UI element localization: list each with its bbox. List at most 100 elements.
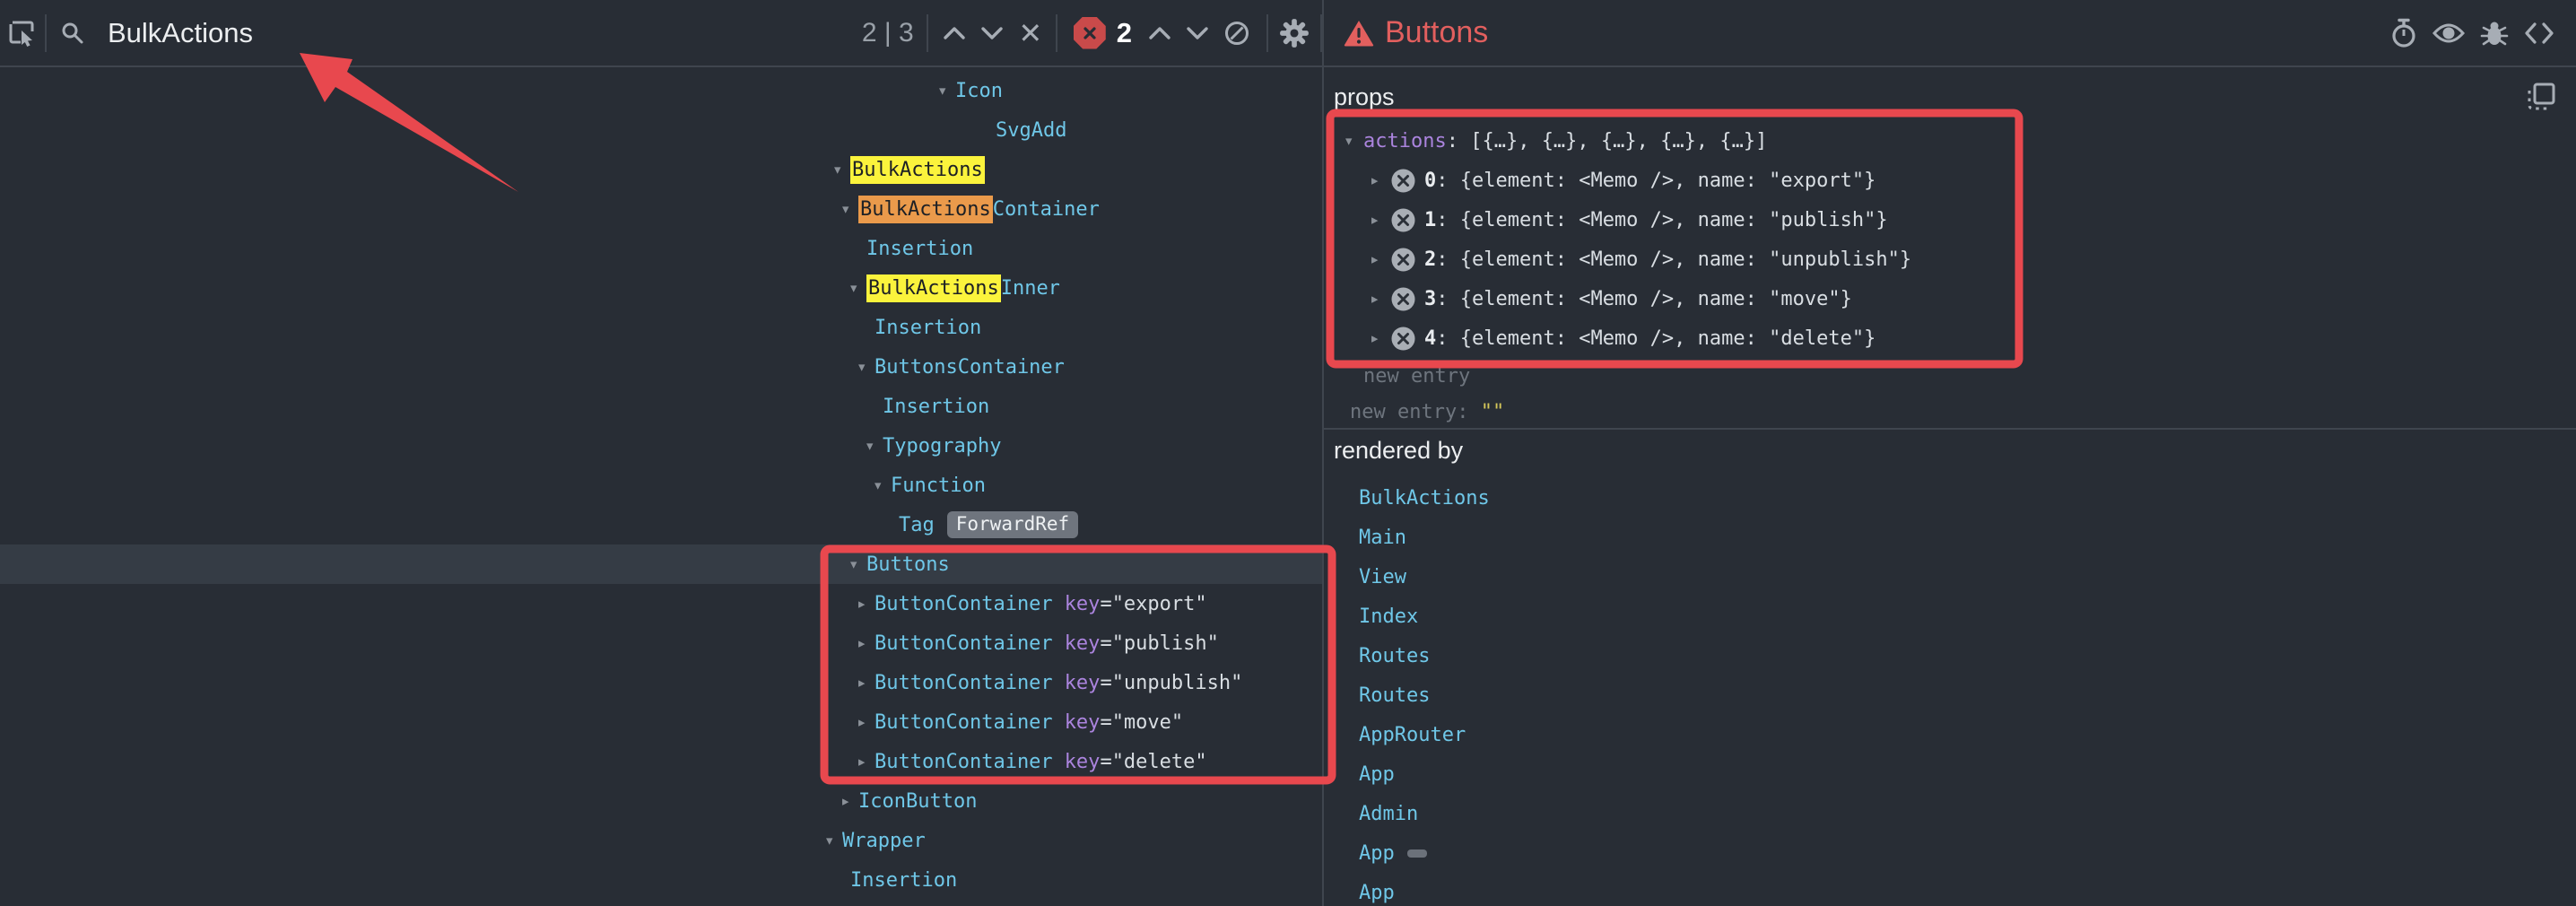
component-name: ButtonContainer (875, 672, 1053, 694)
clear-errors-button[interactable] (1216, 20, 1258, 47)
tree-row[interactable]: ▾ButtonsContainer (0, 347, 1322, 387)
previous-result-button[interactable] (936, 26, 973, 40)
expand-arrow-icon[interactable]: ▸ (857, 673, 875, 693)
component-name: Insertion (883, 396, 989, 418)
tree-row[interactable]: TagForwardRef (0, 505, 1322, 544)
component-name: ButtonsContainer (875, 356, 1065, 379)
new-entry-row[interactable]: new entry: "" (1324, 394, 2576, 430)
attr-key: key (1065, 751, 1101, 773)
clear-search-button[interactable]: ✕ (1011, 19, 1050, 48)
inspect-element-button[interactable] (0, 19, 45, 48)
copy-icon[interactable] (2526, 82, 2556, 112)
tree-row[interactable]: ▾BulkActionsInner (0, 268, 1322, 308)
delete-entry-icon[interactable] (1391, 287, 1415, 311)
search-input[interactable]: BulkActions (108, 17, 253, 49)
expand-arrow-icon[interactable]: ▾ (824, 831, 842, 850)
inspected-element-header: Buttons (1324, 0, 2576, 65)
tree-row[interactable]: ▸ButtonContainerkey="move" (0, 702, 1322, 742)
expand-arrow-icon[interactable]: ▾ (849, 554, 866, 574)
expand-arrow-icon[interactable]: ▾ (873, 475, 891, 495)
expand-arrow-icon[interactable]: ▾ (849, 278, 866, 298)
rendered-by-item[interactable]: Routes (1359, 636, 1490, 675)
expand-arrow-icon[interactable]: ▸ (1370, 210, 1388, 230)
prop-array-entry[interactable]: ▸1: {element: <Memo />, name: "publish"} (1324, 200, 2576, 240)
entry-preview: {element: <Memo />, name: "move"} (1460, 288, 1852, 310)
prop-array-entry[interactable]: ▸0: {element: <Memo />, name: "export"} (1324, 161, 2576, 200)
owner-badge (1407, 849, 1427, 858)
rendered-by-item[interactable]: App (1359, 754, 1490, 794)
tree-row[interactable]: ▾Icon (0, 71, 1322, 110)
delete-entry-icon[interactable] (1391, 169, 1415, 193)
rendered-by-item[interactable]: App (1359, 873, 1490, 906)
prop-array-entry[interactable]: ▸2: {element: <Memo />, name: "unpublish… (1324, 240, 2576, 279)
tree-row[interactable]: ▸IconButton (0, 781, 1322, 821)
tree-row[interactable]: Insertion (0, 387, 1322, 426)
inspect-dom-button[interactable] (2432, 20, 2465, 47)
new-entry-row[interactable]: new entry (1324, 358, 2576, 394)
rendered-by-item[interactable]: Routes (1359, 675, 1490, 715)
toolbar-divider (1056, 14, 1057, 52)
tree-row[interactable]: Insertion (0, 860, 1322, 900)
rendered-by-item[interactable]: View (1359, 557, 1490, 597)
owner-name: BulkActions (1359, 487, 1490, 510)
tree-row[interactable]: ▾BulkActionsContainer (0, 189, 1322, 229)
expand-arrow-icon[interactable]: ▾ (865, 436, 883, 456)
expand-arrow-icon[interactable]: ▸ (857, 594, 875, 614)
tree-row[interactable]: Insertion (0, 229, 1322, 268)
settings-button[interactable] (1268, 18, 1320, 48)
new-entry-label: new entry (1363, 365, 1470, 388)
prop-preview: [{…}, {…}, {…}, {…}, {…}] (1470, 130, 1767, 152)
tree-row[interactable]: ▸ButtonContainerkey="export" (0, 584, 1322, 623)
rendered-by-item[interactable]: Admin (1359, 794, 1490, 833)
expand-arrow-icon[interactable]: ▸ (840, 791, 858, 811)
view-source-button[interactable] (2524, 21, 2554, 46)
tree-row[interactable]: ▾Function (0, 466, 1322, 505)
next-error-button[interactable] (1179, 26, 1216, 40)
new-entry-value[interactable]: "" (1481, 401, 1505, 423)
owner-name: Admin (1359, 803, 1418, 825)
attr-value: "publish" (1112, 632, 1219, 655)
tree-row[interactable]: SvgAdd (0, 110, 1322, 150)
tree-row[interactable]: ▸ButtonContainerkey="publish" (0, 623, 1322, 663)
log-component-button[interactable] (2479, 19, 2510, 48)
expand-arrow-icon[interactable]: ▾ (937, 81, 955, 100)
prop-row[interactable]: ▾actions: [{…}, {…}, {…}, {…}, {…}] (1324, 121, 2576, 161)
expand-arrow-icon[interactable]: ▾ (832, 160, 850, 179)
expand-arrow-icon[interactable]: ▸ (1370, 249, 1388, 269)
expand-arrow-icon[interactable]: ▾ (840, 199, 858, 219)
inspect-element-icon (8, 19, 37, 48)
next-result-button[interactable] (973, 26, 1011, 40)
tree-row[interactable]: ▾Wrapper (0, 821, 1322, 860)
component-name: BulkActions (850, 156, 985, 184)
tree-row[interactable]: ▾Typography (0, 426, 1322, 466)
expand-arrow-icon[interactable]: ▸ (857, 633, 875, 653)
expand-arrow-icon[interactable]: ▸ (1370, 289, 1388, 309)
rendered-by-item[interactable]: Main (1359, 518, 1490, 557)
expand-arrow-icon[interactable]: ▸ (857, 752, 875, 771)
component-name: ButtonContainer (875, 751, 1053, 773)
tree-row[interactable]: ▾BulkActions (0, 150, 1322, 189)
rendered-by-item[interactable]: App (1359, 833, 1490, 873)
delete-entry-icon[interactable] (1391, 208, 1415, 232)
expand-arrow-icon[interactable]: ▾ (1344, 131, 1362, 151)
attr-value: "unpublish" (1112, 672, 1243, 694)
rendered-by-item[interactable]: Index (1359, 597, 1490, 636)
delete-entry-icon[interactable] (1391, 248, 1415, 272)
tree-row[interactable]: ▾Buttons (0, 544, 1322, 584)
rendered-by-item[interactable]: BulkActions (1359, 478, 1490, 518)
expand-arrow-icon[interactable]: ▾ (857, 357, 875, 377)
tree-row[interactable]: ▸ButtonContainerkey="delete" (0, 742, 1322, 781)
toolbar-divider (45, 14, 47, 52)
rendered-by-item[interactable]: AppRouter (1359, 715, 1490, 754)
previous-error-button[interactable] (1141, 26, 1179, 40)
expand-arrow-icon[interactable]: ▸ (1370, 328, 1388, 348)
tree-row[interactable]: ▸ButtonContainerkey="unpublish" (0, 663, 1322, 702)
prop-array-entry[interactable]: ▸4: {element: <Memo />, name: "delete"} (1324, 318, 2576, 358)
prop-array-entry[interactable]: ▸3: {element: <Memo />, name: "move"} (1324, 279, 2576, 318)
expand-arrow-icon[interactable]: ▸ (857, 712, 875, 732)
suspense-toggle-button[interactable] (2389, 18, 2418, 48)
component-name: Insertion (875, 317, 981, 339)
delete-entry-icon[interactable] (1391, 327, 1415, 351)
expand-arrow-icon[interactable]: ▸ (1370, 170, 1388, 190)
tree-row[interactable]: Insertion (0, 308, 1322, 347)
